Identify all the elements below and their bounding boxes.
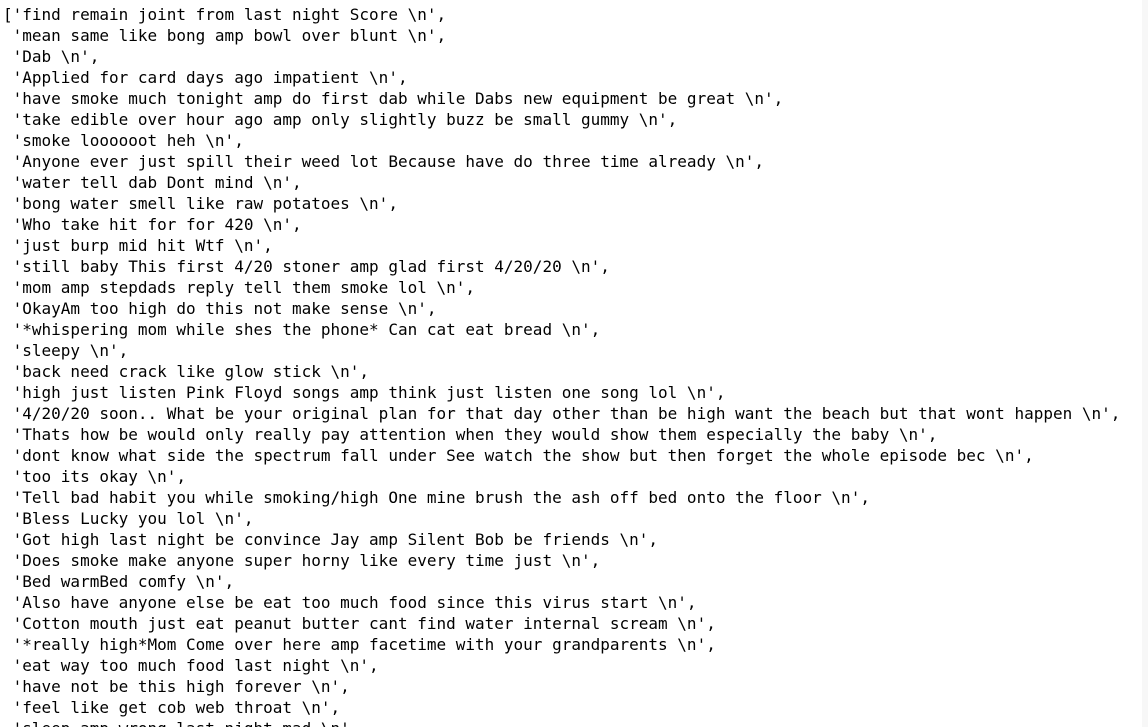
output-line: 'OkayAm too high do this not make sense …	[3, 299, 437, 318]
output-line: 'Anyone ever just spill their weed lot B…	[3, 152, 764, 171]
output-line: 'Dab \n',	[3, 47, 100, 66]
output-line: 'dont know what side the spectrum fall u…	[3, 446, 1034, 465]
output-line: 'Tell bad habit you while smoking/high O…	[3, 488, 870, 507]
output-line: 'mom amp stepdads reply tell them smoke …	[3, 278, 476, 297]
output-line: 'Cotton mouth just eat peanut butter can…	[3, 614, 716, 633]
cell-output-area: ['find remain joint from last night Scor…	[0, 0, 1148, 727]
output-line: 'Bless Lucky you lol \n',	[3, 509, 254, 528]
output-line: 'take edible over hour ago amp only slig…	[3, 110, 678, 129]
output-line: 'Does smoke make anyone super horny like…	[3, 551, 601, 570]
output-line: 'have smoke much tonight amp do first da…	[3, 89, 784, 108]
output-line: 'water tell dab Dont mind \n',	[3, 173, 302, 192]
output-line: 'bong water smell like raw potatoes \n',	[3, 194, 398, 213]
output-line: 'Also have anyone else be eat too much f…	[3, 593, 697, 612]
output-line: 'Thats how be would only really pay atte…	[3, 425, 938, 444]
output-line: 'smoke loooooot heh \n',	[3, 131, 244, 150]
output-line: 'just burp mid hit Wtf \n',	[3, 236, 273, 255]
output-line: '*whispering mom while shes the phone* C…	[3, 320, 601, 339]
output-line: 'Who take hit for for 420 \n',	[3, 215, 302, 234]
output-line: 'too its okay \n',	[3, 467, 187, 486]
output-line: 'sleepy \n',	[3, 341, 129, 360]
output-scrollbar[interactable]	[1142, 0, 1148, 727]
output-line: 'sleep amp wrong last night mad \n',	[3, 718, 1148, 727]
output-line: ['find remain joint from last night Scor…	[3, 5, 447, 24]
output-line: '*really high*Mom Come over here amp fac…	[3, 635, 716, 654]
output-line: 'feel like get cob web throat \n',	[3, 698, 341, 717]
output-line: 'eat way too much food last night \n',	[3, 656, 379, 675]
output-line: 'have not be this high forever \n',	[3, 677, 350, 696]
output-line: 'high just listen Pink Floyd songs amp t…	[3, 383, 726, 402]
output-line: 'still baby This first 4/20 stoner amp g…	[3, 257, 610, 276]
output-line: 'Bed warmBed comfy \n',	[3, 572, 235, 591]
output-line: 'back need crack like glow stick \n',	[3, 362, 370, 381]
output-line: 'Applied for card days ago impatient \n'…	[3, 68, 408, 87]
output-line: 'Got high last night be convince Jay amp…	[3, 530, 659, 549]
output-line: 'mean same like bong amp bowl over blunt…	[3, 26, 447, 45]
output-line: '4/20/20 soon.. What be your original pl…	[3, 404, 1121, 423]
output-text: ['find remain joint from last night Scor…	[0, 0, 1148, 727]
